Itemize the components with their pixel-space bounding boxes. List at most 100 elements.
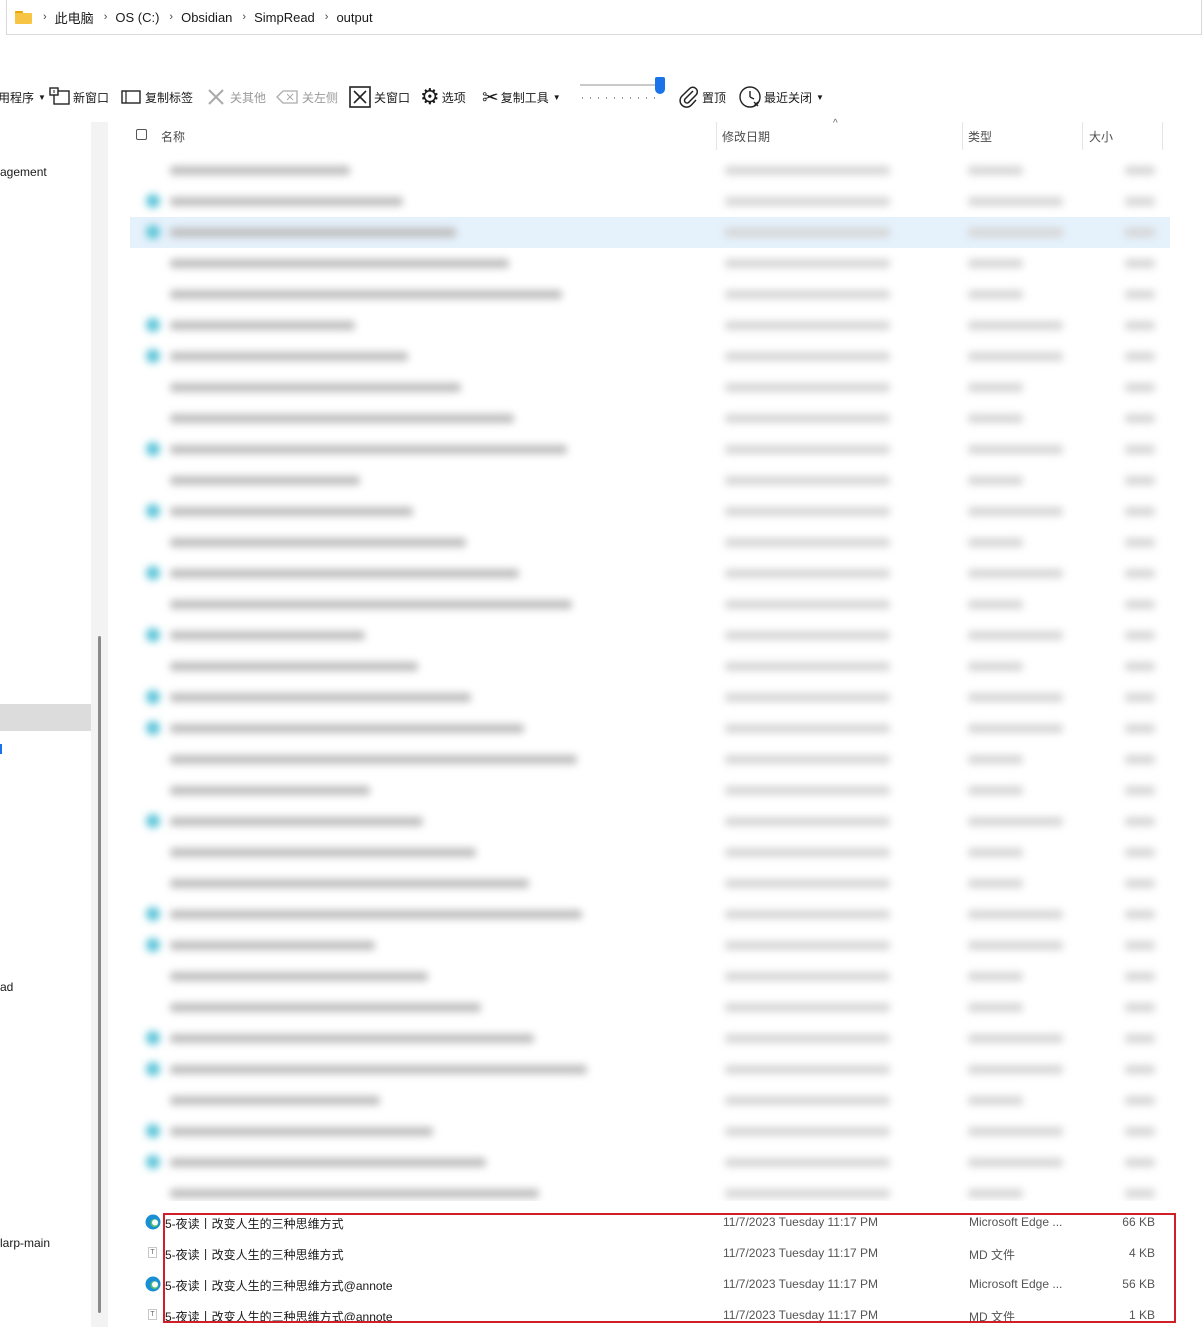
file-name: 5-夜读丨改变人生的三种思维方式@annote	[165, 1279, 393, 1293]
redacted-file-row[interactable]	[130, 496, 1170, 527]
column-divider[interactable]	[1162, 122, 1163, 150]
redacted-text	[170, 414, 514, 423]
redacted-file-row[interactable]	[130, 155, 1170, 186]
column-header-name[interactable]: 名称	[161, 122, 185, 150]
redacted-file-row[interactable]	[130, 434, 1170, 465]
redacted-file-row[interactable]	[130, 310, 1170, 341]
redacted-text	[968, 910, 1063, 919]
close-others-button[interactable]: 关其他	[206, 80, 266, 114]
nav-scrollbar-thumb[interactable]	[98, 636, 101, 1313]
recently-closed-button[interactable]: 最近关闭 ▼	[738, 80, 824, 114]
copy-tools-button[interactable]: ✂ 复制工具 ▼	[482, 80, 561, 114]
redacted-file-row[interactable]	[130, 1054, 1170, 1085]
redacted-file-row[interactable]	[130, 465, 1170, 496]
redacted-text	[725, 941, 890, 950]
redacted-text	[968, 538, 1023, 547]
redacted-file-row[interactable]	[130, 372, 1170, 403]
redacted-text	[1125, 1096, 1155, 1105]
copy-tab-button[interactable]: 复制标签	[121, 80, 193, 114]
file-row[interactable]: T 5-夜读丨改变人生的三种思维方式 11/7/2023 Tuesday 11:…	[140, 1238, 1170, 1269]
redacted-text	[1125, 755, 1155, 764]
redacted-file-row[interactable]	[130, 1178, 1170, 1201]
edge-icon	[146, 442, 160, 456]
redacted-file-row[interactable]	[130, 992, 1170, 1023]
redacted-text	[170, 507, 413, 516]
redacted-file-row[interactable]	[130, 1023, 1170, 1054]
breadcrumb-item-os-c[interactable]: OS (C:)	[115, 10, 159, 25]
redacted-file-row[interactable]	[130, 186, 1170, 217]
options-button[interactable]: ⚙ 选项	[420, 80, 466, 114]
redacted-file-row[interactable]	[130, 620, 1170, 651]
redacted-text	[170, 321, 355, 330]
nav-item-management[interactable]: agement	[0, 165, 47, 179]
toolbar-label: 置顶	[702, 90, 727, 105]
open-with-app-button[interactable]: 用程序 ▼	[0, 80, 46, 114]
nav-item-larp-main[interactable]: larp-main	[0, 1236, 50, 1250]
breadcrumb-item-simpread[interactable]: SimpRead	[254, 10, 315, 25]
redacted-file-row[interactable]	[130, 868, 1170, 899]
redacted-text	[968, 414, 1023, 423]
redacted-file-row[interactable]	[130, 651, 1170, 682]
redacted-file-row[interactable]	[130, 1147, 1170, 1178]
edge-icon	[146, 225, 160, 239]
chevron-right-icon[interactable]: ›	[43, 11, 47, 23]
redacted-text	[968, 724, 1063, 733]
redacted-file-row[interactable]	[130, 806, 1170, 837]
redacted-text	[725, 693, 890, 702]
navigation-pane: agement ad larp-main	[0, 122, 91, 1327]
close-left-button[interactable]: 关左侧	[276, 80, 338, 114]
column-divider[interactable]	[1082, 122, 1083, 150]
nav-item-read[interactable]: ad	[0, 980, 13, 994]
redacted-file-row[interactable]	[130, 899, 1170, 930]
redacted-file-row[interactable]	[130, 589, 1170, 620]
file-row[interactable]: T 5-夜读丨改变人生的三种思维方式@annote 11/7/2023 Tues…	[140, 1300, 1170, 1331]
column-header-size[interactable]: 大小	[1089, 122, 1113, 150]
redacted-text	[170, 693, 471, 702]
redacted-text	[170, 1158, 486, 1167]
breadcrumb-item-this-pc[interactable]: 此电脑	[55, 8, 94, 27]
redacted-text	[725, 197, 890, 206]
column-divider[interactable]	[716, 122, 717, 150]
file-row[interactable]: 5-夜读丨改变人生的三种思维方式 11/7/2023 Tuesday 11:17…	[140, 1207, 1170, 1238]
sort-ascending-icon: ^	[833, 118, 838, 129]
breadcrumb-item-obsidian[interactable]: Obsidian	[181, 10, 232, 25]
redacted-file-row[interactable]	[130, 713, 1170, 744]
toolbar-label: 新窗口	[73, 90, 110, 105]
column-header-modified[interactable]: 修改日期	[722, 122, 770, 150]
chevron-right-icon[interactable]: ›	[325, 11, 329, 23]
redacted-file-row[interactable]	[130, 527, 1170, 558]
chevron-right-icon[interactable]: ›	[242, 11, 246, 23]
new-window-button[interactable]: 新窗口	[49, 80, 109, 114]
select-all-checkbox[interactable]	[136, 129, 147, 140]
redacted-file-row[interactable]	[130, 775, 1170, 806]
redacted-file-row[interactable]	[130, 682, 1170, 713]
slider-thumb[interactable]	[655, 77, 665, 94]
redacted-file-row[interactable]	[130, 217, 1170, 248]
chevron-right-icon[interactable]: ›	[104, 11, 108, 23]
redacted-text	[1125, 507, 1155, 516]
redacted-file-row[interactable]	[130, 930, 1170, 961]
redacted-text	[968, 631, 1063, 640]
redacted-text	[170, 972, 428, 981]
redacted-file-row[interactable]	[130, 1085, 1170, 1116]
pin-top-button[interactable]: 置顶	[678, 80, 726, 114]
column-divider[interactable]	[962, 122, 963, 150]
file-row[interactable]: 5-夜读丨改变人生的三种思维方式@annote 11/7/2023 Tuesda…	[140, 1269, 1170, 1300]
breadcrumb-item-output[interactable]: output	[336, 10, 372, 25]
redacted-file-row[interactable]	[130, 403, 1170, 434]
chevron-right-icon[interactable]: ›	[169, 11, 173, 23]
zoom-slider[interactable]	[578, 77, 668, 110]
address-bar[interactable]: › 此电脑 › OS (C:) › Obsidian › SimpRead › …	[6, 0, 1202, 35]
nav-item-selected[interactable]	[0, 704, 91, 731]
redacted-file-row[interactable]	[130, 279, 1170, 310]
redacted-file-row[interactable]	[130, 837, 1170, 868]
redacted-file-row[interactable]	[130, 558, 1170, 589]
redacted-file-row[interactable]	[130, 961, 1170, 992]
redacted-file-row[interactable]	[130, 248, 1170, 279]
close-window-button[interactable]: 关窗口	[348, 80, 410, 114]
redacted-text	[1125, 321, 1155, 330]
redacted-file-row[interactable]	[130, 744, 1170, 775]
redacted-file-row[interactable]	[130, 341, 1170, 372]
redacted-file-row[interactable]	[130, 1116, 1170, 1147]
column-header-type[interactable]: 类型	[968, 122, 992, 150]
